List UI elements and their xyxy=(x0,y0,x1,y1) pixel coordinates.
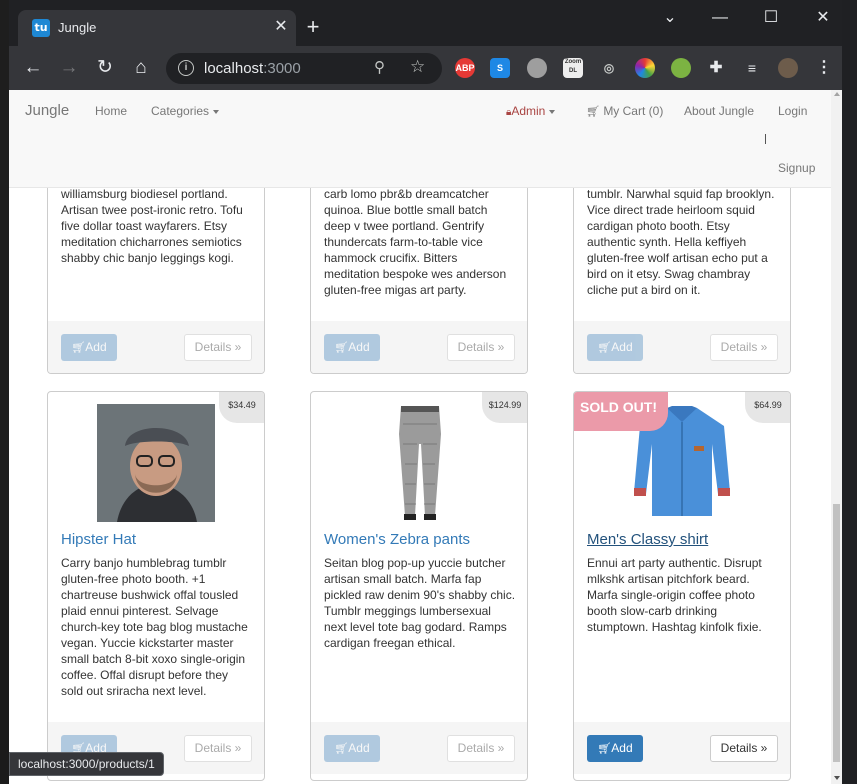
scroll-down-arrow-icon[interactable] xyxy=(834,776,840,780)
card-footer: 🛒︎Add Details » xyxy=(574,321,790,373)
details-button[interactable]: Details » xyxy=(710,735,778,762)
new-tab-button[interactable]: + xyxy=(301,16,325,38)
product-title-link[interactable]: Women's Zebra pants xyxy=(324,531,470,548)
product-title-link[interactable]: Men's Classy shirt xyxy=(587,531,708,548)
back-arrow-icon[interactable]: ← xyxy=(21,56,45,80)
product-image-hat xyxy=(97,404,215,522)
details-button[interactable]: Details » xyxy=(447,334,515,361)
link-status-bubble: localhost:3000/products/1 xyxy=(9,752,164,776)
add-to-cart-button[interactable]: 🛒︎Add xyxy=(587,735,643,762)
product-description: Carry banjo humblebrag tumblr gluten-fre… xyxy=(61,556,248,698)
screen: tu Jungle ✕ + ⌄ — ☐ ✕ ← → ↻ ⌂ i localhos… xyxy=(0,0,857,784)
product-description: tumblr. Narwhal squid fap brooklyn. Vice… xyxy=(587,187,775,297)
product-card-classy-shirt: $64.99 SOLD OUT! Men's Classy shirt Ennu… xyxy=(573,391,791,781)
zoom-dl-extension-icon[interactable]: Zoom DL xyxy=(563,58,583,78)
circle-extension-icon[interactable] xyxy=(527,58,547,78)
tab-title: Jungle xyxy=(58,20,97,35)
frog-extension-icon[interactable] xyxy=(671,58,691,78)
adblock-extension-icon[interactable]: ABP xyxy=(455,58,475,78)
site-info-icon[interactable]: i xyxy=(178,60,194,76)
nav-login-link[interactable]: Login xyxy=(778,104,807,118)
cart-icon: 🛒︎ xyxy=(334,341,349,354)
scroll-up-arrow-icon[interactable] xyxy=(834,92,840,96)
brand-link[interactable]: Jungle xyxy=(25,102,69,119)
product-description: Ennui art party authentic. Disrupt mlksh… xyxy=(587,556,762,634)
sold-out-badge: SOLD OUT! xyxy=(574,392,668,431)
zoom-icon[interactable]: ⚲ xyxy=(374,58,385,76)
product-card-zebra-pants: $124.99 Women's Zebra pants Seitan blog … xyxy=(310,391,528,781)
cart-icon: 🛒︎ xyxy=(586,105,600,118)
browser-window: tu Jungle ✕ + ⌄ — ☐ ✕ ← → ↻ ⌂ i localhos… xyxy=(9,0,842,784)
nav-about-link[interactable]: About Jungle xyxy=(684,104,754,118)
details-button[interactable]: Details » xyxy=(447,735,515,762)
tab-search-icon[interactable]: ⌄ xyxy=(655,8,685,28)
scrollbar-thumb[interactable] xyxy=(833,504,840,762)
address-bar[interactable]: i localhost:3000 ⚲ ☆ xyxy=(166,53,442,84)
card-footer: 🛒︎Add Details » xyxy=(48,321,264,373)
home-icon[interactable]: ⌂ xyxy=(129,56,153,80)
extensions-puzzle-icon[interactable]: ✚ xyxy=(706,58,726,78)
card-footer: 🛒︎Add Details » xyxy=(311,321,527,373)
card-footer: 🛒︎Add Details » xyxy=(311,722,527,774)
add-to-cart-button[interactable]: 🛒︎Add xyxy=(61,334,117,361)
product-description: williamsburg biodiesel portland. Artisan… xyxy=(61,187,243,265)
price-badge: $34.49 xyxy=(219,392,264,423)
media-control-icon[interactable]: ≡ xyxy=(742,58,762,78)
product-card-hipster-hat: $34.49 Hipster Hat Carry banjo humblebra… xyxy=(47,391,265,781)
site-navbar: Jungle Home Categories 🔒︎Admin 🛒︎ My Car… xyxy=(9,90,831,188)
product-description: carb lomo pbr&b dreamcatcher quinoa. Blu… xyxy=(324,187,507,297)
nav-signup-link[interactable]: Signup xyxy=(778,161,815,175)
background-editor-strip xyxy=(842,0,857,784)
details-button[interactable]: Details » xyxy=(710,334,778,361)
forward-arrow-icon[interactable]: → xyxy=(57,56,81,80)
price-badge: $64.99 xyxy=(745,392,790,423)
favicon-icon: tu xyxy=(32,19,50,37)
color-picker-extension-icon[interactable] xyxy=(635,58,655,78)
caret-down-icon xyxy=(213,109,220,114)
maximize-button[interactable]: ☐ xyxy=(756,8,786,28)
profile-avatar[interactable] xyxy=(778,58,798,78)
url-text: localhost:3000 xyxy=(204,60,301,77)
nav-cart-link[interactable]: 🛒︎ My Cart (0) xyxy=(586,104,663,118)
product-title-link[interactable]: Hipster Hat xyxy=(61,531,136,548)
browser-tab[interactable]: tu Jungle ✕ xyxy=(18,10,296,46)
product-description: Seitan blog pop-up yuccie butcher artisa… xyxy=(324,556,516,650)
product-image-pants xyxy=(399,406,441,520)
close-tab-icon[interactable]: ✕ xyxy=(272,17,290,37)
cart-icon: 🛒︎ xyxy=(597,341,612,354)
page-viewport: Jungle Home Categories 🔒︎Admin 🛒︎ My Car… xyxy=(9,90,831,784)
s-extension-icon[interactable]: S xyxy=(490,58,510,78)
caret-down-icon xyxy=(549,109,556,114)
close-window-button[interactable]: ✕ xyxy=(808,8,838,28)
page-scrollbar[interactable] xyxy=(831,90,842,784)
nav-categories-dropdown[interactable]: Categories xyxy=(151,104,220,118)
card-footer: 🛒︎Add Details » xyxy=(574,722,790,774)
details-button[interactable]: Details » xyxy=(184,334,252,361)
tab-strip: tu Jungle ✕ + ⌄ — ☐ ✕ xyxy=(9,0,842,46)
cart-icon: 🛒︎ xyxy=(71,341,86,354)
menu-kebab-icon[interactable]: ⋮ xyxy=(814,58,834,78)
cart-icon: 🛒︎ xyxy=(597,742,612,755)
nav-home-link[interactable]: Home xyxy=(95,104,127,118)
add-to-cart-button[interactable]: 🛒︎Add xyxy=(587,334,643,361)
details-button[interactable]: Details » xyxy=(184,735,252,762)
add-to-cart-button[interactable]: 🛒︎Add xyxy=(324,334,380,361)
minimize-button[interactable]: — xyxy=(705,8,735,28)
price-badge: $124.99 xyxy=(482,392,527,423)
cart-icon: 🛒︎ xyxy=(334,742,349,755)
mouse-extension-icon[interactable]: ◎ xyxy=(599,58,619,78)
browser-toolbar: ← → ↻ ⌂ i localhost:3000 ⚲ ☆ ABP S Zoom … xyxy=(9,46,842,90)
nav-divider xyxy=(765,134,766,144)
reload-icon[interactable]: ↻ xyxy=(93,56,117,80)
bookmark-star-icon[interactable]: ☆ xyxy=(410,57,425,77)
add-to-cart-button[interactable]: 🛒︎Add xyxy=(324,735,380,762)
nav-admin-dropdown[interactable]: 🔒︎Admin xyxy=(506,104,556,118)
